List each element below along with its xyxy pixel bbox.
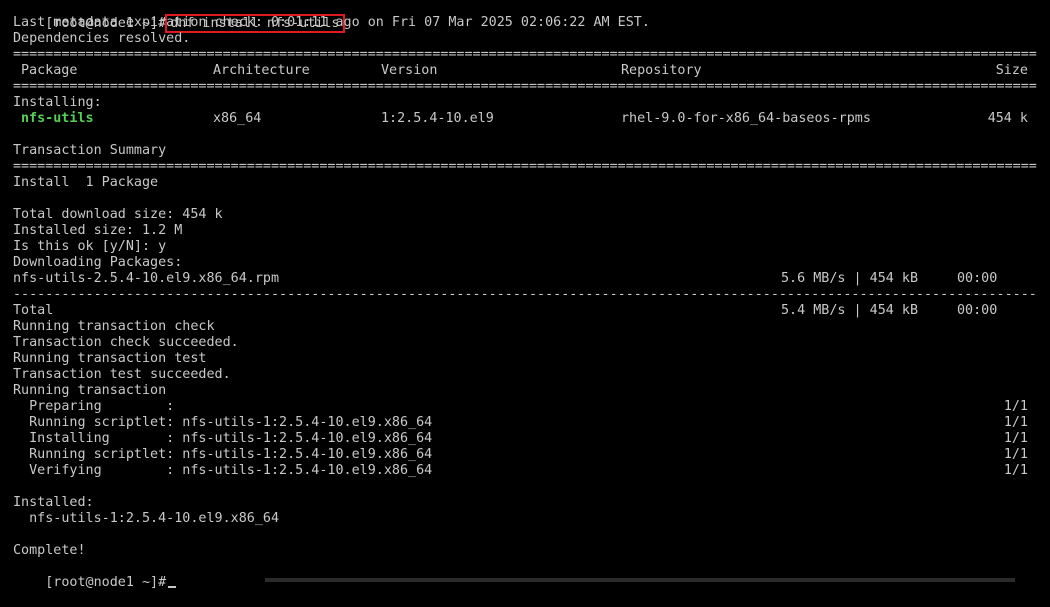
transaction-line: Running transaction test (13, 351, 207, 366)
step-text: Running scriptlet: nfs-utils-1:2.5.4-10.… (13, 447, 433, 462)
command-line: [root@node1 ~]# dnf install nfs-utils (13, 0, 345, 33)
double-rule: ========================================… (13, 47, 1037, 62)
step-count: 1/1 (1003, 399, 1028, 414)
step-count: 1/1 (1003, 463, 1028, 478)
transaction-line: Running transaction check (13, 319, 215, 334)
header-architecture: Architecture (213, 63, 310, 78)
step-text: Installing : nfs-utils-1:2.5.4-10.el9.x8… (13, 431, 433, 446)
download-file-time: 00:00 (957, 271, 998, 286)
header-version: Version (381, 63, 438, 78)
package-repo: rhel-9.0-for-x86_64-baseos-rpms (621, 111, 871, 126)
confirm-prompt: Is this ok [y/N]: y (13, 239, 167, 254)
final-prompt-line[interactable]: [root@node1 ~]# (13, 559, 177, 590)
complete-message: Complete! (13, 543, 86, 558)
single-rule: ----------------------------------------… (13, 287, 1037, 302)
transaction-line: Running transaction (13, 383, 167, 398)
header-package: Package (21, 63, 78, 78)
package-version: 1:2.5.4-10.el9 (381, 111, 494, 126)
header-size: Size (995, 63, 1028, 78)
transaction-summary-label: Transaction Summary (13, 143, 167, 158)
installed-package: nfs-utils-1:2.5.4-10.el9.x86_64 (13, 511, 280, 526)
install-count: Install 1 Package (13, 175, 159, 190)
step-count: 1/1 (1003, 415, 1028, 430)
step-count: 1/1 (1003, 431, 1028, 446)
deps-resolved-line: Dependencies resolved. (13, 31, 191, 46)
terminal-window[interactable]: [root@node1 ~]# dnf install nfs-utils Las… (0, 0, 1050, 590)
double-rule: ========================================… (13, 159, 1037, 174)
download-file-name: nfs-utils-2.5.4-10.el9.x86_64.rpm (13, 271, 280, 286)
transaction-line: Transaction test succeeded. (13, 367, 231, 382)
downloading-label: Downloading Packages: (13, 255, 183, 270)
step-count: 1/1 (1003, 447, 1028, 462)
installing-section-label: Installing: (13, 95, 102, 110)
package-arch: x86_64 (213, 111, 262, 126)
total-speed: 5.4 MB/s | 454 kB (781, 303, 919, 318)
double-rule: ========================================… (13, 79, 1037, 94)
header-repository: Repository (621, 63, 702, 78)
total-time: 00:00 (957, 303, 998, 318)
package-size: 454 k (987, 111, 1028, 126)
metadata-line: Last metadata expiration check: 0:01:11 … (13, 15, 650, 30)
total-download-size: Total download size: 454 k (13, 207, 223, 222)
download-file-speed: 5.6 MB/s | 454 kB (781, 271, 919, 286)
step-text: Preparing : (13, 399, 175, 414)
step-text: Verifying : nfs-utils-1:2.5.4-10.el9.x86… (13, 463, 433, 478)
total-label: Total (13, 303, 54, 318)
final-shell-prompt: [root@node1 ~]# (45, 575, 167, 590)
transaction-line: Transaction check succeeded. (13, 335, 239, 350)
text-cursor[interactable] (168, 586, 177, 588)
package-name: nfs-utils (21, 111, 94, 126)
installed-label: Installed: (13, 495, 94, 510)
installed-size: Installed size: 1.2 M (13, 223, 183, 238)
step-text: Running scriptlet: nfs-utils-1:2.5.4-10.… (13, 415, 433, 430)
bottom-status-bar (265, 578, 1015, 582)
